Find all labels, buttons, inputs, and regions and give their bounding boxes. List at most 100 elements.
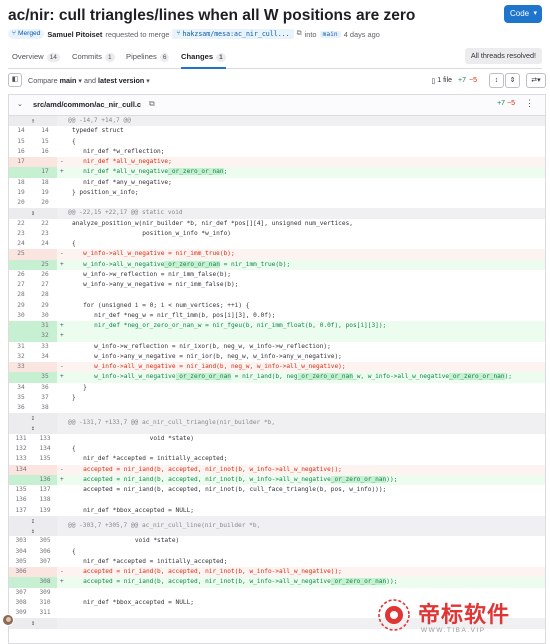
old-line-number[interactable]: 26 xyxy=(9,270,33,280)
new-line-number[interactable]: 135 xyxy=(33,454,57,464)
old-line-number[interactable] xyxy=(9,577,33,588)
copy-path-icon[interactable]: ⧉ xyxy=(149,99,155,109)
old-line-number[interactable] xyxy=(9,331,33,342)
new-line-number[interactable]: 306 xyxy=(33,547,57,557)
new-line-number[interactable] xyxy=(33,249,57,260)
new-line-number[interactable]: 309 xyxy=(33,588,57,598)
expand-lines-icon[interactable]: ↧ ↥ xyxy=(9,515,57,537)
old-line-number[interactable]: 133 xyxy=(9,454,33,464)
old-line-number[interactable]: 134 xyxy=(9,464,33,475)
new-line-number[interactable]: 18 xyxy=(33,178,57,188)
old-line-number[interactable] xyxy=(9,259,33,270)
old-line-number[interactable]: 306 xyxy=(9,567,33,578)
new-line-number[interactable]: 30 xyxy=(33,311,57,321)
expand-lines-icon[interactable]: ↑ xyxy=(9,116,57,127)
expand-all-icon[interactable]: ↕ xyxy=(489,73,504,88)
new-line-number[interactable]: 136 xyxy=(33,474,57,485)
new-line-number[interactable] xyxy=(33,567,57,578)
base-version-dropdown[interactable]: main xyxy=(60,76,77,85)
old-line-number[interactable]: 32 xyxy=(9,352,33,362)
expand-lines-icon[interactable]: ↧ ↥ xyxy=(9,413,57,434)
tab-pipelines[interactable]: Pipelines 6 xyxy=(126,52,170,69)
tab-overview[interactable]: Overview 14 xyxy=(12,52,60,69)
old-line-number[interactable]: 136 xyxy=(9,495,33,505)
target-branch[interactable]: main xyxy=(319,30,341,38)
head-version-dropdown[interactable]: latest version xyxy=(98,76,144,85)
new-line-number[interactable]: 25 xyxy=(33,259,57,270)
old-line-number[interactable] xyxy=(9,372,33,383)
old-line-number[interactable]: 14 xyxy=(9,126,33,136)
old-line-number[interactable]: 131 xyxy=(9,434,33,444)
new-line-number[interactable]: 133 xyxy=(33,434,57,444)
new-line-number[interactable]: 28 xyxy=(33,290,57,300)
old-line-number[interactable]: 33 xyxy=(9,362,33,373)
new-line-number[interactable]: 32 xyxy=(33,331,57,342)
new-line-number[interactable]: 36 xyxy=(33,383,57,393)
new-line-number[interactable] xyxy=(33,157,57,168)
new-line-number[interactable]: 308 xyxy=(33,577,57,588)
new-line-number[interactable]: 14 xyxy=(33,126,57,136)
source-branch-chip[interactable]: ⑂ hakzsam/mesa:ac_nir_cull... xyxy=(172,29,294,39)
new-line-number[interactable]: 20 xyxy=(33,198,57,208)
old-line-number[interactable]: 30 xyxy=(9,311,33,321)
expand-lines-icon[interactable]: ↕ xyxy=(9,618,57,629)
file-path[interactable]: src/amd/common/ac_nir_cull.c xyxy=(33,100,141,109)
new-line-number[interactable]: 38 xyxy=(33,403,57,413)
old-line-number[interactable]: 135 xyxy=(9,485,33,495)
old-line-number[interactable]: 132 xyxy=(9,444,33,454)
new-line-number[interactable]: 29 xyxy=(33,301,57,311)
settings-gear-icon[interactable]: ⇄▾ xyxy=(526,73,546,88)
new-line-number[interactable]: 305 xyxy=(33,536,57,546)
new-line-number[interactable]: 310 xyxy=(33,598,57,608)
new-line-number[interactable]: 311 xyxy=(33,608,57,618)
old-line-number[interactable] xyxy=(9,167,33,178)
new-line-number[interactable]: 23 xyxy=(33,229,57,239)
avatar[interactable] xyxy=(2,614,14,626)
new-line-number[interactable]: 139 xyxy=(33,506,57,516)
old-line-number[interactable] xyxy=(9,474,33,485)
old-line-number[interactable]: 19 xyxy=(9,188,33,198)
tab-commits[interactable]: Commits 1 xyxy=(72,52,115,69)
old-line-number[interactable]: 17 xyxy=(9,157,33,168)
old-line-number[interactable]: 28 xyxy=(9,290,33,300)
new-line-number[interactable] xyxy=(33,362,57,373)
old-line-number[interactable]: 29 xyxy=(9,301,33,311)
old-line-number[interactable]: 34 xyxy=(9,383,33,393)
old-line-number[interactable]: 308 xyxy=(9,598,33,608)
new-line-number[interactable]: 307 xyxy=(33,557,57,567)
old-line-number[interactable]: 25 xyxy=(9,249,33,260)
old-line-number[interactable]: 27 xyxy=(9,280,33,290)
old-line-number[interactable]: 31 xyxy=(9,342,33,352)
collapse-all-icon[interactable]: ⇕ xyxy=(505,73,520,88)
new-line-number[interactable]: 26 xyxy=(33,270,57,280)
old-line-number[interactable]: 22 xyxy=(9,219,33,229)
new-line-number[interactable]: 15 xyxy=(33,137,57,147)
new-line-number[interactable]: 33 xyxy=(33,342,57,352)
new-line-number[interactable]: 17 xyxy=(33,167,57,178)
expand-lines-icon[interactable]: ↕ xyxy=(9,208,57,219)
file-tree-toggle-icon[interactable]: ◧ xyxy=(8,73,22,87)
old-line-number[interactable]: 18 xyxy=(9,178,33,188)
old-line-number[interactable]: 24 xyxy=(9,239,33,249)
old-line-number[interactable]: 23 xyxy=(9,229,33,239)
old-line-number[interactable]: 35 xyxy=(9,393,33,403)
old-line-number[interactable]: 16 xyxy=(9,147,33,157)
old-line-number[interactable]: 305 xyxy=(9,557,33,567)
new-line-number[interactable]: 134 xyxy=(33,444,57,454)
new-line-number[interactable]: 34 xyxy=(33,352,57,362)
old-line-number[interactable]: 304 xyxy=(9,547,33,557)
old-line-number[interactable] xyxy=(9,321,33,332)
new-line-number[interactable]: 138 xyxy=(33,495,57,505)
more-options-icon[interactable]: ⋮ xyxy=(525,98,534,109)
new-line-number[interactable]: 24 xyxy=(33,239,57,249)
new-line-number[interactable]: 31 xyxy=(33,321,57,332)
old-line-number[interactable]: 137 xyxy=(9,506,33,516)
new-line-number[interactable]: 37 xyxy=(33,393,57,403)
new-line-number[interactable]: 27 xyxy=(33,280,57,290)
author-link[interactable]: Samuel Pitoiset xyxy=(47,30,102,39)
new-line-number[interactable]: 35 xyxy=(33,372,57,383)
new-line-number[interactable]: 19 xyxy=(33,188,57,198)
new-line-number[interactable]: 137 xyxy=(33,485,57,495)
new-line-number[interactable]: 16 xyxy=(33,147,57,157)
code-button[interactable]: Code ▾ xyxy=(504,5,542,23)
